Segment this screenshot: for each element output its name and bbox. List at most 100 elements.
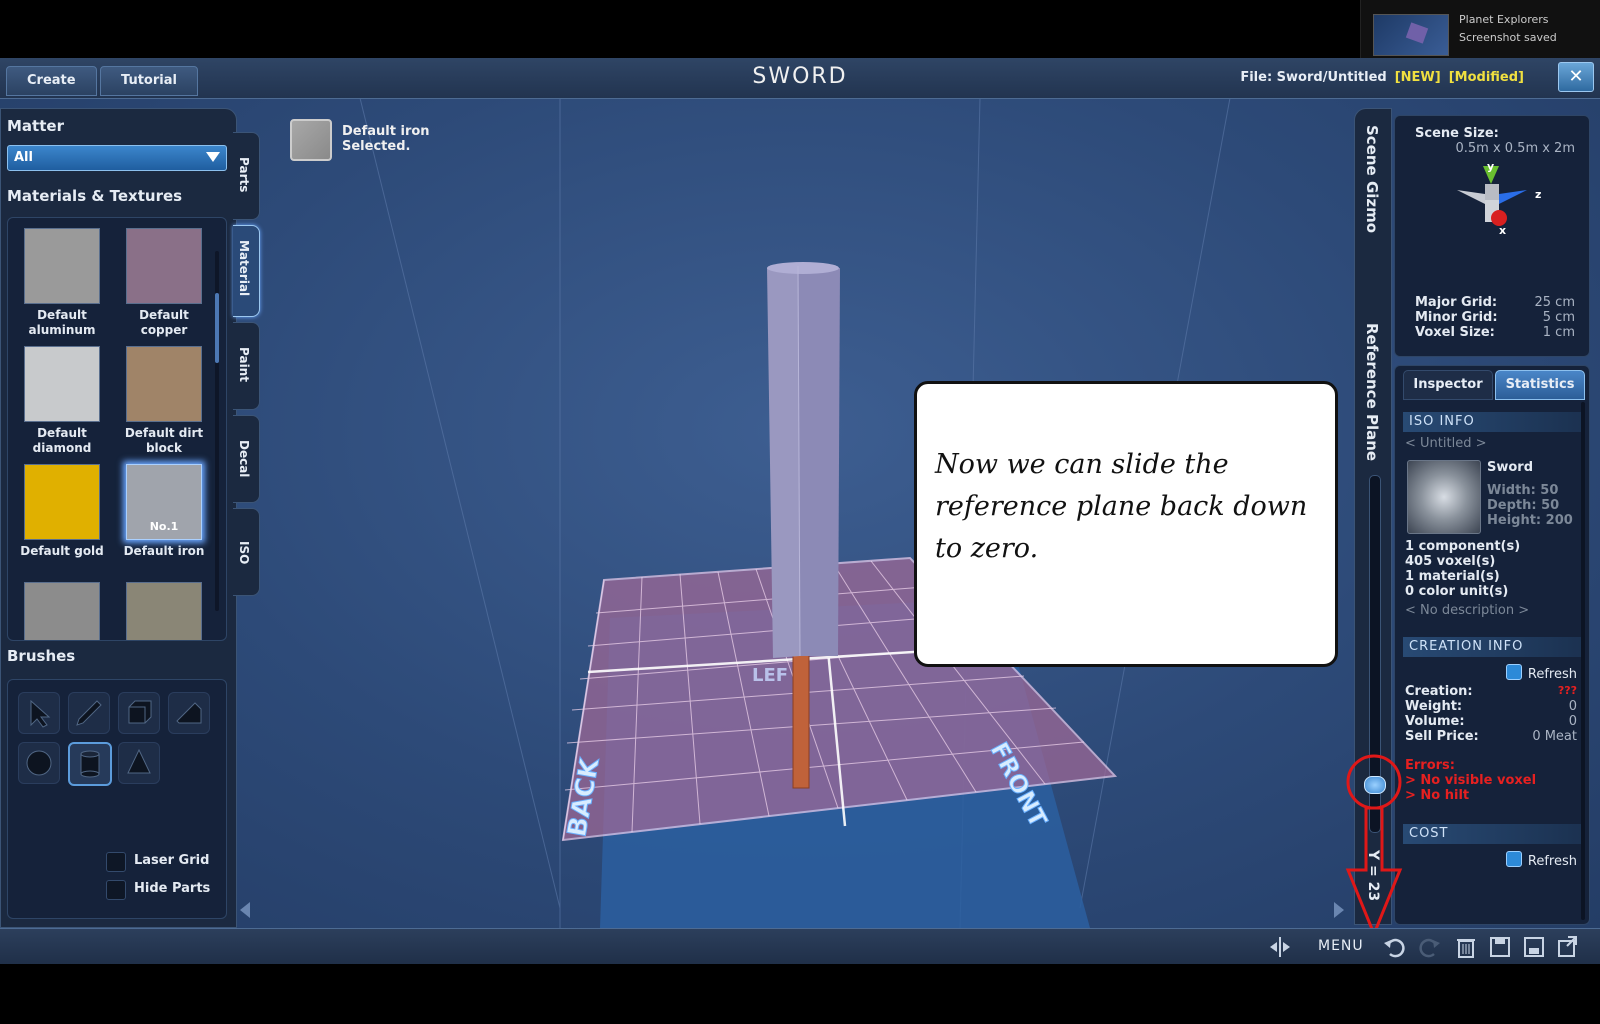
material-swatch <box>24 464 100 540</box>
statistics-scrollbar[interactable] <box>1581 402 1585 920</box>
weight-value: 0 <box>1568 699 1577 714</box>
scene-size-value: 0.5m x 0.5m x 2m <box>1455 141 1575 156</box>
sword-blade-front <box>798 266 840 656</box>
iso-width: Width: 50 <box>1487 483 1559 498</box>
cylinder-icon[interactable] <box>68 742 112 786</box>
hide-parts-checkbox[interactable] <box>106 880 126 900</box>
save-icon[interactable] <box>1488 935 1512 959</box>
tab-material[interactable]: Material <box>233 225 260 317</box>
material-label: Default copper <box>139 308 189 337</box>
materials-grid: Default aluminum Default copper Default … <box>7 217 227 641</box>
tab-tutorial[interactable]: Tutorial <box>100 66 198 96</box>
scene-gizmo-label: Scene Gizmo <box>1363 125 1381 234</box>
material-item[interactable] <box>116 582 212 640</box>
select-arrow-icon[interactable] <box>18 692 60 734</box>
sphere-icon[interactable] <box>18 742 60 784</box>
axis-x-label: x <box>1499 224 1506 237</box>
plane-label-left: LEF <box>752 665 788 686</box>
error-no-hilt: > No hilt <box>1405 788 1470 803</box>
tab-label: Decal <box>237 440 251 478</box>
file-path: File: Sword/Untitled <box>1240 70 1387 85</box>
material-swatch <box>24 582 100 640</box>
matter-dropdown[interactable]: All <box>7 145 227 171</box>
cost-refresh-button[interactable]: Refresh <box>1505 851 1577 869</box>
major-grid-value: 25 cm <box>1534 295 1576 310</box>
tab-parts[interactable]: Parts <box>233 132 260 220</box>
scrollbar-thumb[interactable] <box>215 293 219 363</box>
laser-grid-checkbox[interactable] <box>106 852 126 872</box>
refresh-label: Refresh <box>1527 854 1577 869</box>
materials-scrollbar[interactable] <box>215 251 219 611</box>
pencil-icon[interactable] <box>68 692 110 734</box>
iso-depth: Depth: 50 <box>1487 498 1560 513</box>
undo-icon[interactable] <box>1382 935 1406 959</box>
redo-icon[interactable] <box>1418 935 1442 959</box>
export-icon[interactable] <box>1556 935 1580 959</box>
tab-inspector[interactable]: Inspector <box>1403 370 1493 400</box>
wedge-icon[interactable] <box>168 692 210 734</box>
minor-grid-label: Minor Grid: <box>1415 310 1498 325</box>
minor-grid-value: 5 cm <box>1542 310 1575 325</box>
new-tag: [NEW] <box>1394 70 1441 85</box>
material-label: Default iron <box>123 544 205 558</box>
iso-info-header: ISO INFO <box>1403 412 1585 432</box>
material-swatch <box>126 582 202 640</box>
creation-refresh-button[interactable]: Refresh <box>1505 664 1577 682</box>
bottom-black-strip <box>0 964 1600 1024</box>
iso-height: Height: 200 <box>1487 513 1573 528</box>
tab-statistics[interactable]: Statistics <box>1495 370 1585 400</box>
brushes-heading: Brushes <box>7 647 76 665</box>
material-count: 1 material(s) <box>1405 569 1500 584</box>
matter-heading: Matter <box>7 117 64 135</box>
brushes-panel: Laser Grid Hide Parts <box>7 679 227 919</box>
chevron-down-icon <box>206 152 220 162</box>
color-unit-count: 0 color unit(s) <box>1405 584 1509 599</box>
material-swatch <box>24 228 100 304</box>
major-grid-label: Major Grid: <box>1415 295 1498 310</box>
notification-message: Screenshot saved <box>1459 31 1557 44</box>
tab-decal[interactable]: Decal <box>233 415 260 503</box>
tab-label: Paint <box>237 347 251 382</box>
component-count: 1 component(s) <box>1405 539 1521 554</box>
cone-icon[interactable] <box>118 742 160 784</box>
mirror-icon[interactable] <box>1268 935 1292 959</box>
hide-parts-label: Hide Parts <box>134 881 211 896</box>
iso-thumbnail <box>1407 460 1481 534</box>
save-as-icon[interactable] <box>1522 935 1546 959</box>
material-label: Default gold <box>20 544 104 558</box>
error-no-visible-voxel: > No visible voxel <box>1405 773 1537 788</box>
tab-paint[interactable]: Paint <box>233 322 260 410</box>
material-default-gold[interactable]: Default gold <box>14 464 110 559</box>
close-button[interactable]: ✕ <box>1558 62 1594 92</box>
material-swatch: No.1 <box>126 464 202 540</box>
reference-plane-label: Reference Plane <box>1363 323 1381 462</box>
modified-tag: [Modified] <box>1448 70 1524 85</box>
viewport-left-arrow <box>240 902 250 918</box>
tab-label: Material <box>237 240 251 297</box>
iso-untitled: < Untitled > <box>1405 436 1487 451</box>
creation-value: ??? <box>1557 684 1577 697</box>
material-swatch <box>126 228 202 304</box>
tab-iso[interactable]: ISO <box>233 508 260 596</box>
screenshot-thumbnail <box>1373 14 1449 56</box>
file-info: File: Sword/Untitled [NEW] [Modified] <box>1240 70 1524 85</box>
tab-label: ISO <box>237 541 251 565</box>
material-default-dirt-block[interactable]: Default dirt block <box>116 346 212 456</box>
voxel-size-label: Voxel Size: <box>1415 325 1495 340</box>
app-header: Create Tutorial SWORD File: Sword/Untitl… <box>0 58 1600 99</box>
tab-create[interactable]: Create <box>6 66 97 96</box>
callout-text: Now we can slide the reference plane bac… <box>935 449 1308 564</box>
selected-material-status: Selected. <box>342 139 411 154</box>
box-icon[interactable] <box>118 692 160 734</box>
materials-heading: Materials & Textures <box>7 187 183 205</box>
delete-icon[interactable] <box>1454 935 1478 959</box>
material-default-diamond[interactable]: Default diamond <box>14 346 110 456</box>
material-item[interactable] <box>14 582 110 640</box>
axis-gizmo-icon[interactable]: y z x <box>1395 160 1589 270</box>
menu-button[interactable]: MENU <box>1318 938 1364 954</box>
statistics-panel: Inspector Statistics ISO INFO < Untitled… <box>1394 365 1590 925</box>
material-default-aluminum[interactable]: Default aluminum <box>14 228 110 338</box>
material-default-iron[interactable]: No.1 Default iron <box>116 464 212 559</box>
material-default-copper[interactable]: Default copper <box>116 228 212 338</box>
material-badge: No.1 <box>149 520 179 533</box>
